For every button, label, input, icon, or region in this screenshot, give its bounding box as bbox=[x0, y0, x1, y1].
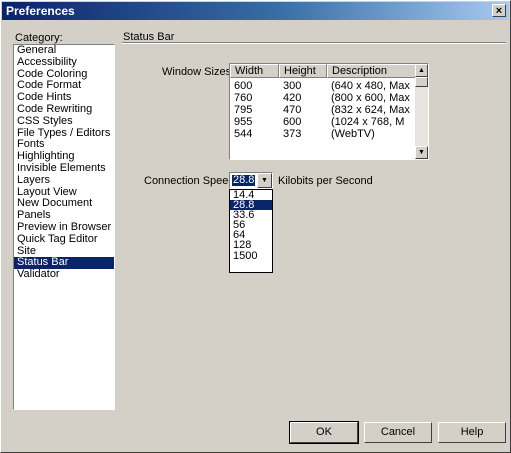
panel-divider bbox=[122, 42, 506, 44]
ok-button[interactable]: OK bbox=[289, 421, 359, 444]
connection-speed-select[interactable]: 28.8 ▼ bbox=[229, 172, 273, 189]
chevron-down-icon: ▼ bbox=[261, 177, 268, 184]
table-cell[interactable]: 373 bbox=[283, 128, 327, 140]
window-title: Preferences bbox=[6, 4, 75, 18]
table-cell[interactable]: 795 bbox=[234, 104, 279, 116]
table-cell[interactable]: 420 bbox=[283, 92, 327, 104]
connection-speed-value: 28.8 bbox=[232, 174, 256, 186]
preferences-window: Preferences × Category: General Accessibi… bbox=[0, 0, 511, 453]
window-sizes-label: Window Sizes: bbox=[162, 66, 235, 78]
scroll-down-button[interactable]: ▼ bbox=[415, 146, 428, 159]
scroll-thumb[interactable] bbox=[415, 77, 428, 87]
table-cell[interactable]: 760 bbox=[234, 92, 279, 104]
table-cell[interactable]: (832 x 624, Max bbox=[331, 104, 415, 116]
category-label: Category: bbox=[15, 32, 63, 44]
category-item[interactable]: Code Rewriting bbox=[14, 103, 114, 116]
table-cell[interactable]: 600 bbox=[283, 116, 327, 128]
help-button[interactable]: Help bbox=[438, 422, 506, 443]
category-list[interactable]: General Accessibility Code Coloring Code Fo… bbox=[13, 44, 115, 410]
dropdown-option[interactable]: 1500 bbox=[230, 250, 272, 261]
column-header-width[interactable]: Width bbox=[230, 64, 279, 78]
dropdown-button[interactable]: ▼ bbox=[257, 173, 272, 188]
table-cell[interactable]: (640 x 480, Max bbox=[331, 80, 415, 92]
category-item[interactable]: Validator bbox=[14, 268, 114, 281]
connection-speed-label: Connection Speed: bbox=[144, 175, 238, 187]
category-item[interactable]: Quick Tag Editor bbox=[14, 233, 114, 246]
category-item[interactable]: Invisible Elements bbox=[14, 162, 114, 175]
table-cell[interactable]: 544 bbox=[234, 128, 279, 140]
connection-speed-unit: Kilobits per Second bbox=[278, 175, 373, 187]
table-cell[interactable]: 300 bbox=[283, 80, 327, 92]
table-cell[interactable]: 955 bbox=[234, 116, 279, 128]
scroll-up-button[interactable]: ▲ bbox=[415, 64, 428, 77]
arrow-down-icon: ▼ bbox=[418, 149, 425, 156]
category-item[interactable]: Preview in Browser bbox=[14, 221, 114, 234]
table-cell[interactable]: (WebTV) bbox=[331, 128, 415, 140]
table-cell[interactable]: 470 bbox=[283, 104, 327, 116]
arrow-up-icon: ▲ bbox=[418, 67, 425, 74]
window-sizes-table[interactable]: Width Height Description 600 300 (640 x 48… bbox=[229, 63, 429, 160]
connection-speed-dropdown[interactable]: 14.4 28.8 33.6 56 64 128 1500 bbox=[229, 189, 273, 273]
category-item[interactable]: CSS Styles bbox=[14, 115, 114, 128]
close-button[interactable]: × bbox=[492, 4, 506, 17]
column-header-height[interactable]: Height bbox=[279, 64, 327, 78]
column-header-description[interactable]: Description bbox=[327, 64, 416, 78]
category-item[interactable]: Layers bbox=[14, 174, 114, 187]
category-item[interactable]: Accessibility bbox=[14, 56, 114, 69]
table-cell[interactable]: 600 bbox=[234, 80, 279, 92]
table-cell[interactable]: (800 x 600, Max bbox=[331, 92, 415, 104]
vertical-scrollbar[interactable]: ▲ ▼ bbox=[415, 64, 428, 159]
title-bar: Preferences × bbox=[2, 2, 509, 20]
close-icon: × bbox=[495, 5, 503, 17]
table-cell[interactable]: (1024 x 768, M bbox=[331, 116, 415, 128]
cancel-button[interactable]: Cancel bbox=[364, 422, 432, 443]
